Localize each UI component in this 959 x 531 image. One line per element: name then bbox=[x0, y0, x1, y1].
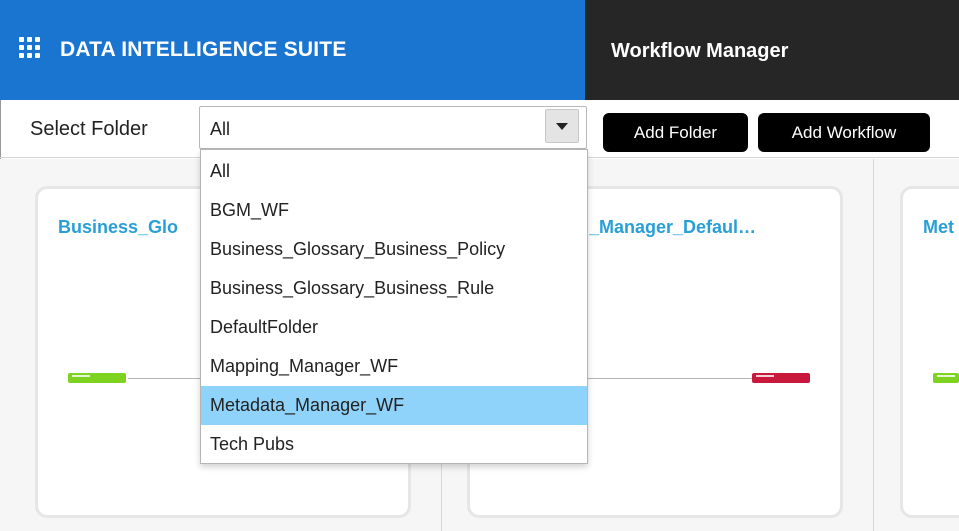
dropdown-option[interactable]: Mapping_Manager_WF bbox=[201, 347, 587, 386]
dropdown-option[interactable]: BGM_WF bbox=[201, 191, 587, 230]
workflow-start-node[interactable] bbox=[68, 373, 126, 383]
folder-dropdown-list: All BGM_WF Business_Glossary_Business_Po… bbox=[200, 149, 588, 464]
brand-panel: DATA INTELLIGENCE SUITE bbox=[0, 0, 585, 100]
dropdown-option[interactable]: All bbox=[201, 152, 587, 191]
dropdown-option[interactable]: Tech Pubs bbox=[201, 425, 587, 464]
dropdown-option[interactable]: Business_Glossary_Business_Policy bbox=[201, 230, 587, 269]
brand-title: DATA INTELLIGENCE SUITE bbox=[60, 38, 347, 61]
chevron-down-icon[interactable] bbox=[545, 109, 579, 143]
module-title: Workflow Manager bbox=[611, 40, 789, 62]
folder-select-value: All bbox=[210, 119, 231, 139]
add-folder-button[interactable]: Add Folder bbox=[603, 113, 748, 152]
dropdown-option[interactable]: Business_Glossary_Business_Rule bbox=[201, 269, 587, 308]
workflow-start-node[interactable] bbox=[933, 373, 959, 383]
module-panel: Workflow Manager bbox=[585, 0, 959, 100]
workflow-card-title[interactable]: Business_Glo bbox=[58, 217, 198, 238]
app-header: DATA INTELLIGENCE SUITE Workflow Manager bbox=[0, 0, 959, 100]
workflow-end-node[interactable] bbox=[752, 373, 810, 383]
column-divider bbox=[873, 159, 874, 531]
select-folder-label: Select Folder bbox=[30, 118, 148, 140]
apps-grid-icon[interactable] bbox=[19, 37, 41, 59]
dropdown-option-highlighted[interactable]: Metadata_Manager_WF bbox=[201, 386, 587, 425]
folder-select[interactable]: All bbox=[199, 106, 587, 149]
workflow-card[interactable]: Met bbox=[900, 186, 959, 518]
dropdown-option[interactable]: DefaultFolder bbox=[201, 308, 587, 347]
add-workflow-button[interactable]: Add Workflow bbox=[758, 113, 930, 152]
workflow-card-title[interactable]: Met bbox=[923, 217, 959, 238]
workflow-card-title[interactable]: _Manager_Defaul… bbox=[589, 217, 839, 238]
